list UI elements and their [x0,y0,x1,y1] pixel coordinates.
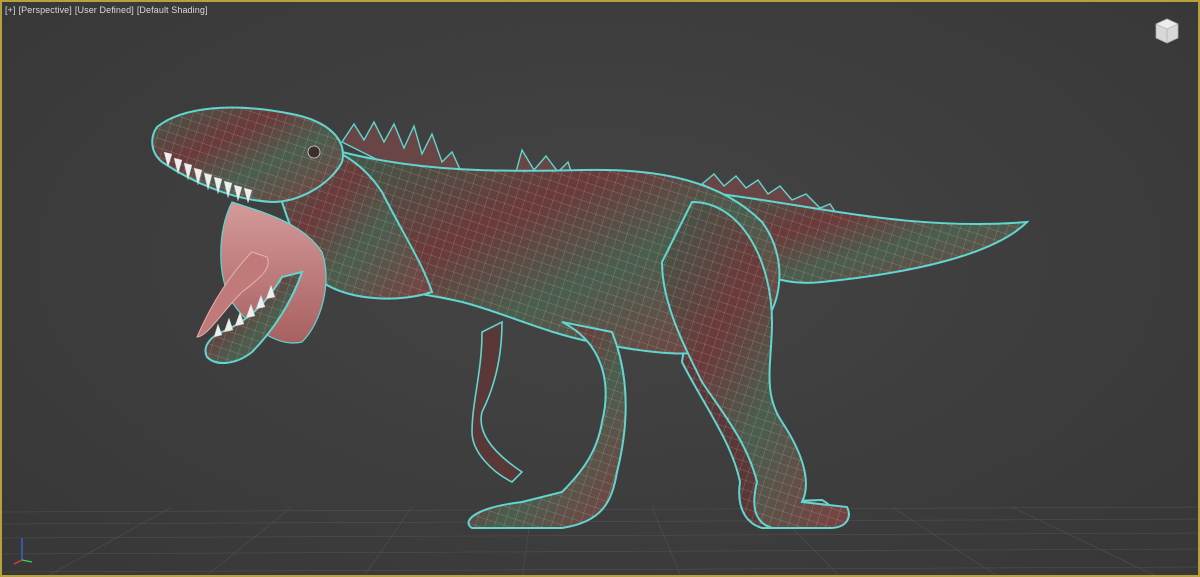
viewcube-icon[interactable] [1152,14,1182,44]
eye [307,145,321,159]
scene-canvas[interactable] [2,2,1200,577]
dinosaur-model [151,106,1030,529]
axis-tripod-icon [10,532,38,566]
front-arm-far [471,320,524,483]
perspective-viewport[interactable]: [+] [Perspective] [User Defined] [Default S… [0,0,1200,577]
ground-grid [2,506,1198,575]
